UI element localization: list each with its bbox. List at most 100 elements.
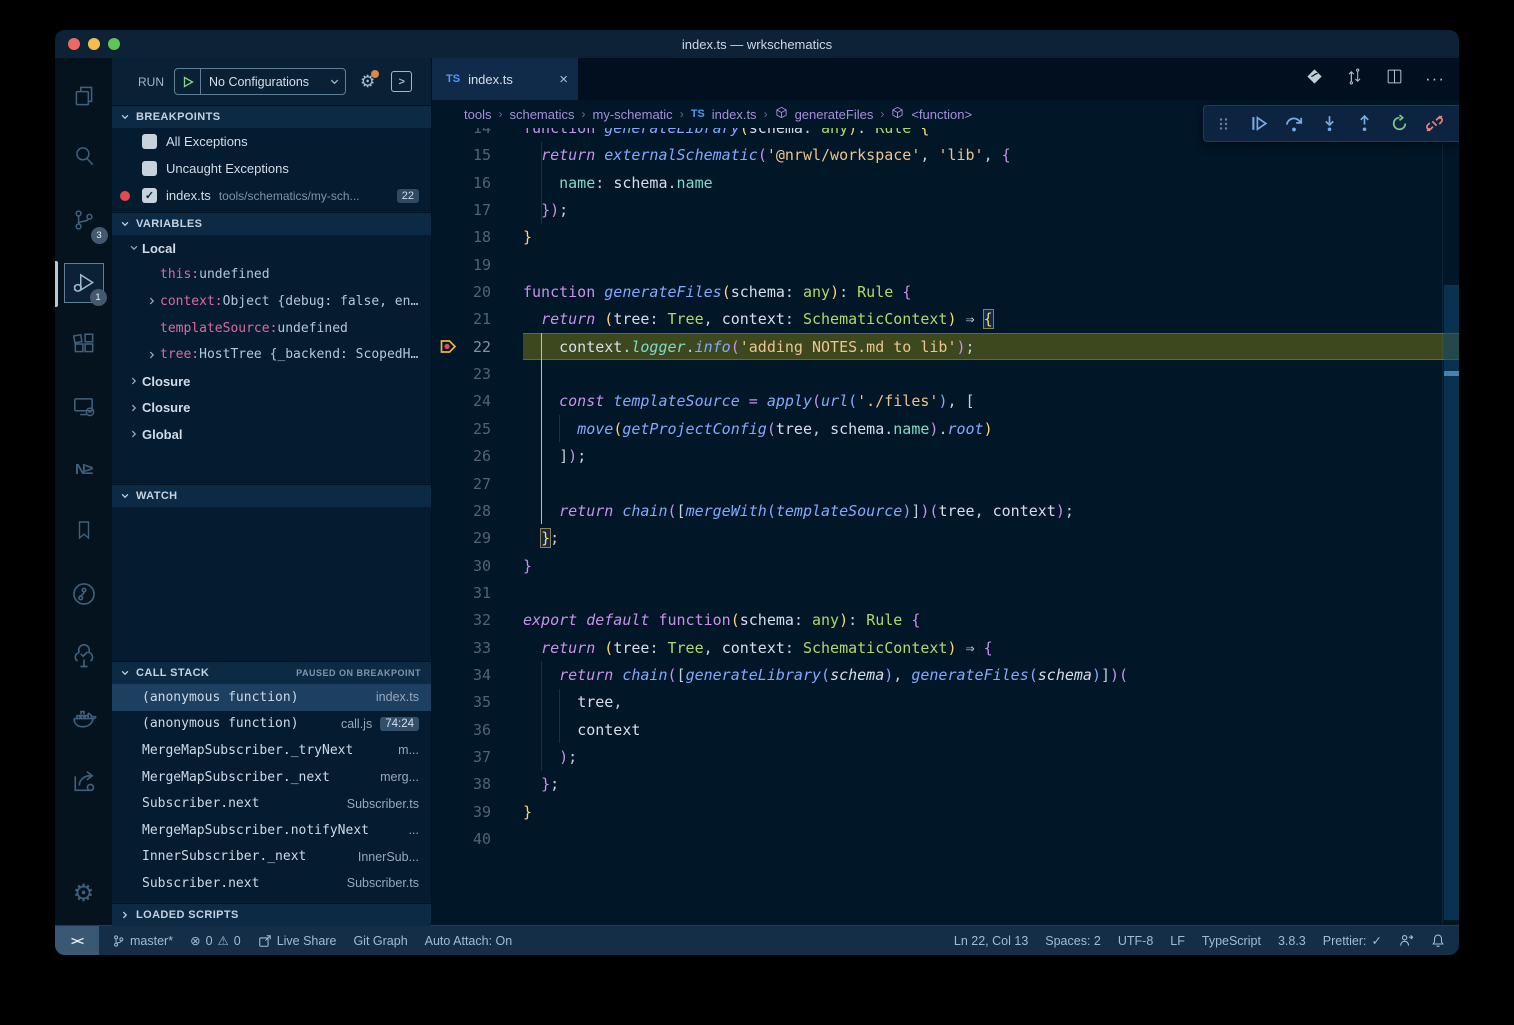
code-line[interactable]: 30} [432,552,1459,579]
chevron-right-icon[interactable] [126,403,142,413]
line-number[interactable]: 31 [432,584,491,602]
variables-section-header[interactable]: VARIABLES [112,212,431,235]
line-number[interactable]: 23 [432,365,491,383]
configure-gear-icon[interactable]: ⚙ [360,72,375,92]
line-number[interactable]: 36 [432,721,491,739]
line-number[interactable]: 39 [432,803,491,821]
line-number[interactable]: 18 [432,228,491,246]
code-line[interactable]: 33 return (tree: Tree, context: Schemati… [432,634,1459,661]
zoom-window-button[interactable] [108,38,120,50]
loaded-scripts-section-header[interactable]: LOADED SCRIPTS [112,903,431,926]
scrollbar-slider[interactable] [1444,285,1459,920]
line-number[interactable]: 40 [432,830,491,848]
code-line[interactable]: 38 }; [432,771,1459,798]
indentation-status[interactable]: Spaces: 2 [1045,934,1101,948]
git-graph-status[interactable]: Git Graph [353,934,407,948]
disconnect-icon[interactable] [1424,114,1444,134]
breadcrumb-function[interactable]: <function> [911,107,972,122]
call-stack-frame[interactable]: MergeMapSubscriber.notifyNext... [112,817,431,844]
continue-icon[interactable] [1249,114,1269,134]
live-share-contacts-icon[interactable] [1399,933,1414,948]
line-number[interactable]: 16 [432,174,491,192]
git-branch-status[interactable]: master* [112,934,173,948]
line-number[interactable]: 37 [432,748,491,766]
code-line[interactable]: 18} [432,224,1459,251]
breakpoint-checkbox[interactable] [142,134,157,149]
breakpoint-checkbox[interactable]: ✓ [142,188,157,203]
encoding-status[interactable]: UTF-8 [1118,934,1153,948]
breadcrumb-tools[interactable]: tools [464,107,491,122]
variable-row[interactable]: templateSource: undefined [112,315,431,342]
problems-status[interactable]: ⊗ 0 ⚠ 0 [190,933,241,948]
bookmarks-icon[interactable] [64,510,104,550]
call-stack-frame[interactable]: MergeMapSubscriber._tryNextm... [112,737,431,764]
code-line[interactable]: 27 [432,470,1459,497]
close-window-button[interactable] [68,38,80,50]
line-number[interactable]: 19 [432,256,491,274]
prettier-status[interactable]: Prettier: ✓ [1323,933,1382,948]
chevron-down-icon[interactable] [126,243,142,253]
code-line[interactable]: 22 context.logger.info('adding NOTES.md … [432,333,1459,360]
eol-status[interactable]: LF [1170,934,1185,948]
code-line[interactable]: 16 name: schema.name [432,169,1459,196]
code-line[interactable]: 26 ]); [432,443,1459,470]
drag-handle-icon[interactable] [1214,114,1234,134]
title-bar[interactable]: index.ts — wrkschematics [55,30,1459,58]
more-actions-icon[interactable]: ··· [1425,69,1445,89]
line-number[interactable]: 32 [432,611,491,629]
call-stack-frame[interactable]: MergeMapSubscriber._nextmerg... [112,764,431,791]
live-share-status[interactable]: Live Share [258,934,337,948]
split-editor-icon[interactable] [1385,67,1404,91]
code-line[interactable]: 39} [432,798,1459,825]
variable-row[interactable]: tree: HostTree {_backend: ScopedH… [112,341,431,368]
breakpoint-row[interactable]: All Exceptions [112,128,431,155]
variable-row[interactable]: context: Object {debug: false, en… [112,288,431,315]
explorer-icon[interactable] [64,76,104,116]
code-line[interactable]: 34 return chain([generateLibrary(schema)… [432,661,1459,688]
extensions-icon[interactable] [64,324,104,364]
start-debugging-icon[interactable] [175,69,201,94]
step-into-icon[interactable] [1319,114,1339,134]
restart-icon[interactable] [1389,114,1409,134]
line-number[interactable]: 35 [432,693,491,711]
breadcrumb-generateFiles[interactable]: generateFiles [795,107,874,122]
remote-indicator[interactable]: >< [55,926,99,955]
line-number[interactable]: 29 [432,529,491,547]
line-number[interactable]: 21 [432,310,491,328]
breadcrumb-schematics[interactable]: schematics [509,107,574,122]
breakpoint-checkbox[interactable] [142,161,157,176]
call-stack-frame[interactable]: (anonymous function)call.js74:24 [112,711,431,738]
variable-scope-row[interactable]: Closure [112,395,431,422]
line-number[interactable]: 20 [432,283,491,301]
variable-scope-row[interactable]: Local [112,235,431,262]
variable-scope-row[interactable]: Closure [112,368,431,395]
chevron-right-icon[interactable] [126,429,142,439]
search-icon[interactable] [64,136,104,176]
breadcrumb-index-ts[interactable]: index.ts [712,107,757,122]
code-line[interactable]: 24 const templateSource = apply(url('./f… [432,388,1459,415]
line-number[interactable]: 17 [432,201,491,219]
code-line[interactable]: 15 return externalSchematic('@nrwl/works… [432,142,1459,169]
code-editor[interactable]: 14function generateLibrary(schema: any):… [432,128,1459,925]
current-instruction-pointer-icon[interactable] [439,338,460,359]
step-out-icon[interactable] [1354,114,1374,134]
source-control-icon[interactable]: 3 [64,200,104,240]
line-number[interactable]: 15 [432,146,491,164]
cursor-position-status[interactable]: Ln 22, Col 13 [954,934,1028,948]
call-stack-frame[interactable]: Subscriber.nextSubscriber.ts [112,790,431,817]
auto-attach-status[interactable]: Auto Attach: On [425,934,513,948]
git-graph-icon[interactable] [64,574,104,614]
variable-scope-row[interactable]: Global [112,421,431,448]
chevron-right-icon[interactable] [144,296,160,306]
line-number[interactable]: 14 [432,128,491,137]
breakpoints-section-header[interactable]: BREAKPOINTS [112,105,431,128]
close-tab-icon[interactable]: × [559,71,568,88]
call-stack-frame[interactable]: Subscriber.nextSubscriber.ts [112,870,431,897]
launch-configuration-dropdown[interactable]: No Configurations [174,68,346,95]
line-number[interactable]: 24 [432,392,491,410]
vertical-scrollbar[interactable] [1442,128,1459,925]
line-number[interactable]: 26 [432,447,491,465]
debug-console-icon[interactable]: > [391,71,412,92]
breadcrumb-my-schematic[interactable]: my-schematic [593,107,673,122]
line-number[interactable]: 33 [432,639,491,657]
